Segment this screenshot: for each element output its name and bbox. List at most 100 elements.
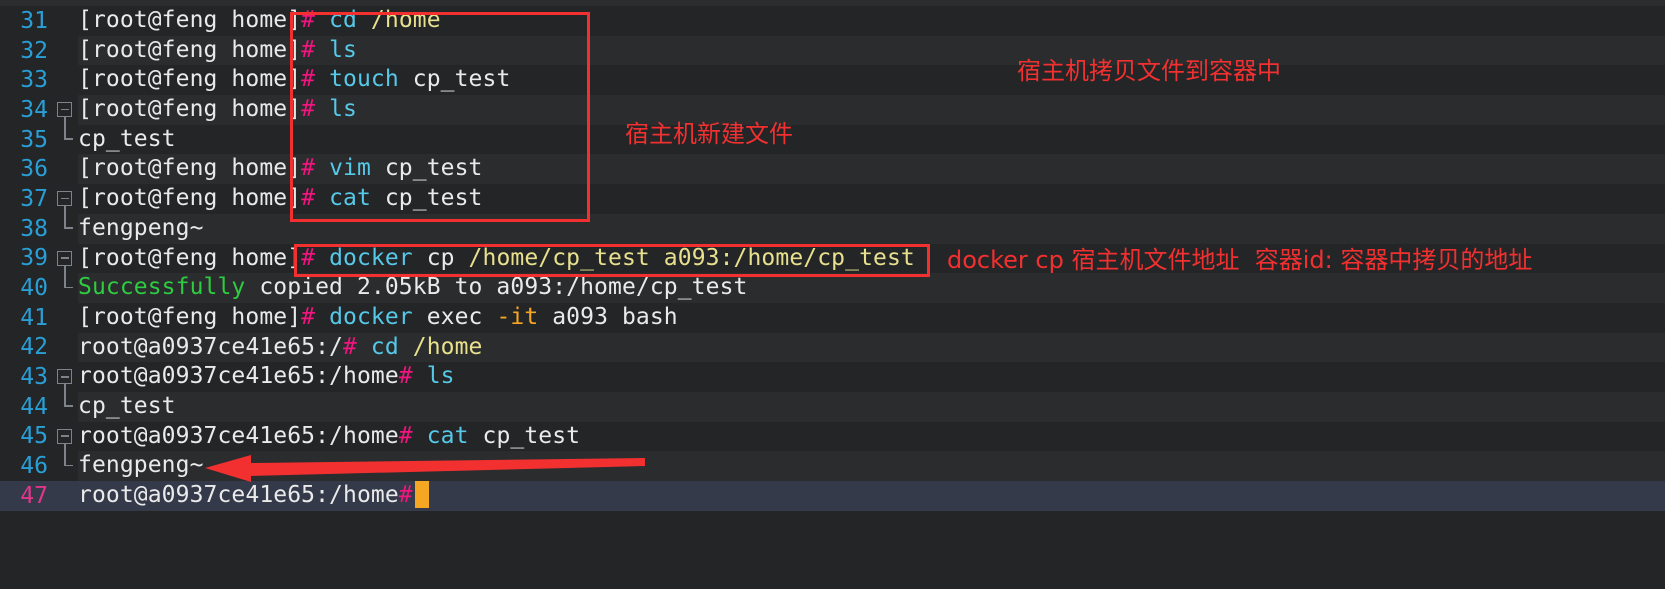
line-token: # <box>398 363 413 390</box>
line-token: # <box>398 422 413 449</box>
terminal-line[interactable]: 40 Successfully copied 2.05kB to a093:/ho… <box>0 267 1665 303</box>
line-content[interactable]: fengpeng~ <box>78 214 204 244</box>
line-token: ls <box>426 363 455 390</box>
fold-toggle-icon[interactable] <box>57 428 72 444</box>
terminal-line[interactable]: 41 [root@feng home]# docker exec -it a093… <box>0 302 1665 333</box>
line-gutter: 43 <box>0 362 78 414</box>
fold-toggle-icon[interactable] <box>57 102 72 118</box>
line-content[interactable]: [root@feng home]# ls <box>78 36 357 66</box>
line-token <box>315 304 329 330</box>
terminal-line[interactable]: 31 [root@feng home]# cd /home <box>0 6 1665 36</box>
line-token <box>315 155 329 181</box>
line-token <box>315 245 329 271</box>
fold-guide-end-icon <box>64 118 72 140</box>
line-token: -it <box>496 303 539 330</box>
line-token: cp_test <box>370 155 483 182</box>
line-content[interactable]: [root@feng home]# docker exec -it a093 b… <box>78 303 678 333</box>
line-token <box>413 423 427 449</box>
fold-toggle-icon[interactable] <box>57 191 72 207</box>
line-number: 40 <box>20 275 48 302</box>
line-content[interactable]: [root@feng home]# touch cp_test <box>78 65 510 95</box>
line-token: ls <box>329 96 357 123</box>
line-content[interactable]: root@a0937ce41e65:/# cd /home <box>78 333 483 363</box>
line-token: cp_test <box>370 185 483 212</box>
line-token: # <box>301 66 316 93</box>
line-token: [root@feng home] <box>78 96 302 123</box>
terminal-line[interactable]: 47 root@a0937ce41e65:/home# <box>0 481 1665 511</box>
line-content[interactable]: [root@feng home]# vim cp_test <box>78 154 482 184</box>
fold-toggle-icon[interactable] <box>57 369 72 385</box>
line-number: 32 <box>20 37 48 64</box>
terminal-line[interactable]: 44 cp_test <box>0 385 1665 422</box>
line-token: copied 2.05kB to a093:/home/cp_test <box>245 274 748 301</box>
line-token: # <box>301 7 316 33</box>
text-cursor <box>414 481 429 508</box>
terminal-line[interactable]: 42 root@a0937ce41e65:/# cd /home <box>0 332 1665 363</box>
line-token: [root@feng home] <box>78 7 302 33</box>
line-token: # <box>301 185 316 212</box>
terminal-window: 31 [root@feng home]# cd /home 32 [root@feng… <box>0 0 1665 589</box>
line-content[interactable]: [root@feng home]# ls <box>78 95 357 125</box>
line-token <box>357 334 371 360</box>
terminal-line[interactable]: 37 [root@feng home]# cat cp_test <box>0 184 1665 236</box>
terminal-line[interactable]: 46 fengpeng~ <box>0 445 1665 481</box>
terminal-line[interactable]: 34 [root@feng home]# ls <box>0 95 1665 147</box>
line-token: [root@feng home] <box>78 303 302 330</box>
line-gutter: 44 <box>0 385 78 422</box>
line-token: [root@feng home] <box>78 155 302 182</box>
line-token: cd <box>370 333 399 360</box>
line-content[interactable]: root@a0937ce41e65:/home# ls <box>78 362 455 392</box>
line-number: 45 <box>20 423 48 450</box>
line-token: cp_test <box>468 422 581 449</box>
line-token: fengpeng~ <box>78 452 204 479</box>
terminal-line[interactable]: 35 cp_test <box>0 118 1665 155</box>
fold-guide-end-icon <box>64 267 72 289</box>
line-number: 46 <box>20 453 48 480</box>
annotation-copy-to-container: 宿主机拷贝文件到容器中 <box>1017 57 1281 85</box>
line-gutter: 31 <box>0 6 78 36</box>
terminal-line[interactable]: 38 fengpeng~ <box>0 207 1665 244</box>
terminal-line[interactable]: 43 root@a0937ce41e65:/home# ls <box>0 362 1665 414</box>
line-token <box>315 185 329 211</box>
annotation-create-file-on-host: 宿主机新建文件 <box>625 120 793 148</box>
line-token: Successfully <box>78 274 246 301</box>
line-gutter: 38 <box>0 207 78 244</box>
line-token: [root@feng home] <box>78 185 302 212</box>
line-number: 35 <box>20 126 48 153</box>
line-gutter: 32 <box>0 35 78 66</box>
terminal-line[interactable]: 36 [root@feng home]# vim cp_test <box>0 154 1665 185</box>
line-number: 31 <box>20 7 48 34</box>
terminal-line[interactable]: 32 [root@feng home]# ls <box>0 35 1665 66</box>
line-token: /home/cp_test a093:/home/cp_test <box>468 244 915 271</box>
line-content[interactable]: fengpeng~ <box>78 451 204 481</box>
line-token: cd <box>329 7 357 33</box>
line-content[interactable]: [root@feng home]# docker cp /home/cp_tes… <box>78 244 915 274</box>
line-content[interactable]: Successfully copied 2.05kB to a093:/home… <box>78 273 747 303</box>
terminal-line[interactable]: 45 root@a0937ce41e65:/home# cat cp_test <box>0 421 1665 474</box>
line-content[interactable]: root@a0937ce41e65:/home# cat cp_test <box>78 422 580 452</box>
line-gutter: 36 <box>0 154 78 185</box>
line-token: cp_test <box>398 66 511 93</box>
line-number: 42 <box>20 334 48 361</box>
line-token: [root@feng home] <box>78 244 302 271</box>
line-content[interactable]: cp_test <box>78 392 176 422</box>
line-content[interactable]: cp_test <box>78 125 176 155</box>
line-gutter: 47 <box>0 481 78 511</box>
line-number: 37 <box>20 185 48 212</box>
line-token: /home <box>412 333 483 360</box>
line-token: root@a0937ce41e65:/home <box>78 482 399 508</box>
line-content[interactable]: [root@feng home]# cd /home <box>78 6 441 36</box>
line-content[interactable]: [root@feng home]# cat cp_test <box>78 184 482 214</box>
terminal-line[interactable]: 33 [root@feng home]# touch cp_test <box>0 65 1665 96</box>
line-token <box>315 66 329 92</box>
line-token: cat <box>426 422 469 449</box>
fold-toggle-icon[interactable] <box>57 250 72 266</box>
fold-guide-end-icon <box>64 207 72 229</box>
line-token <box>413 363 427 389</box>
line-token: # <box>301 155 316 182</box>
line-token: cp_test <box>78 125 176 152</box>
line-content[interactable]: root@a0937ce41e65:/home# <box>78 481 429 511</box>
line-token: cp <box>412 244 469 271</box>
line-token <box>357 7 371 33</box>
line-gutter: 34 <box>0 95 78 147</box>
